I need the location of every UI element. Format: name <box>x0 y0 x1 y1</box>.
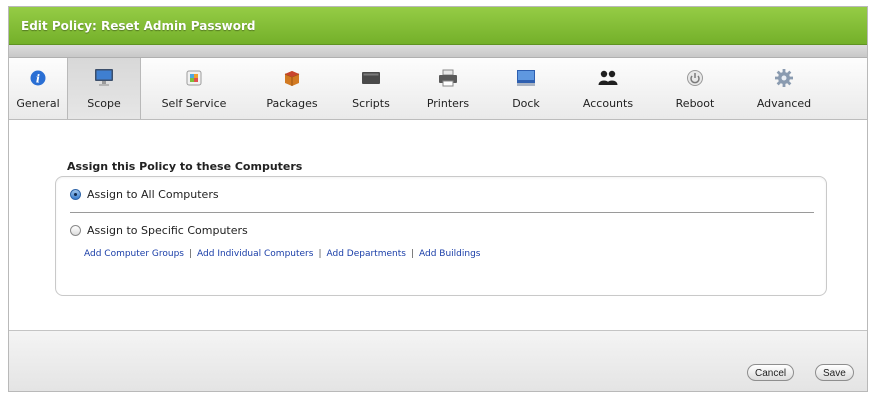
add-departments-link[interactable]: Add Departments <box>327 249 406 259</box>
tab-accounts[interactable]: Accounts <box>561 58 655 119</box>
scope-panel: Assign this Policy to these Computers As… <box>9 120 867 331</box>
assign-specific-label: Assign to Specific Computers <box>87 224 248 237</box>
cancel-button[interactable]: Cancel <box>747 364 795 381</box>
tab-label: Dock <box>512 97 540 110</box>
scope-options-box: Assign to All Computers Assign to Specif… <box>55 176 827 296</box>
printer-icon <box>436 67 460 89</box>
add-individual-computers-link[interactable]: Add Individual Computers <box>197 249 313 259</box>
edit-policy-window: Edit Policy: Reset Admin Password i Gene… <box>8 6 868 392</box>
radio-assign-all[interactable] <box>70 189 81 200</box>
monitor-icon <box>92 67 116 89</box>
self-service-icon <box>182 67 206 89</box>
link-separator: | <box>188 249 193 259</box>
section-heading: Assign this Policy to these Computers <box>67 160 303 173</box>
package-icon <box>280 67 304 89</box>
tab-label: Printers <box>426 97 470 110</box>
tab-general[interactable]: i General <box>9 58 67 119</box>
tab-label: Reboot <box>675 97 715 110</box>
gear-icon <box>772 67 796 89</box>
tab-label: Scripts <box>352 97 390 110</box>
tab-label: Packages <box>266 97 318 110</box>
svg-text:i: i <box>36 73 40 86</box>
tab-advanced[interactable]: Advanced <box>735 58 833 119</box>
tab-label: Self Service <box>161 97 227 110</box>
title-bar: Edit Policy: Reset Admin Password <box>9 7 867 45</box>
tab-bar: i General Scope Self Service Packages Sc… <box>9 58 867 120</box>
link-separator: | <box>318 249 322 259</box>
title-separator <box>9 45 867 58</box>
reboot-icon <box>683 67 707 89</box>
add-buildings-link[interactable]: Add Buildings <box>419 249 480 259</box>
tab-printers[interactable]: Printers <box>405 58 491 119</box>
tab-scripts[interactable]: Scripts <box>337 58 405 119</box>
tab-scope[interactable]: Scope <box>67 58 141 119</box>
save-button[interactable]: Save <box>815 364 854 381</box>
radio-assign-specific[interactable] <box>70 225 81 236</box>
accounts-icon <box>596 67 620 89</box>
tab-label: Advanced <box>756 97 812 110</box>
assign-all-label: Assign to All Computers <box>87 188 219 201</box>
info-icon: i <box>26 67 50 89</box>
dock-icon <box>514 67 538 89</box>
assign-all-option[interactable]: Assign to All Computers <box>70 188 219 201</box>
tab-packages[interactable]: Packages <box>247 58 337 119</box>
add-links: Add Computer Groups | Add Individual Com… <box>84 249 480 259</box>
footer-bar: Cancel Save <box>9 331 867 391</box>
window-title: Edit Policy: Reset Admin Password <box>21 18 256 33</box>
link-separator: | <box>410 249 414 259</box>
assign-specific-option[interactable]: Assign to Specific Computers <box>70 224 248 237</box>
tab-label: Accounts <box>582 97 634 110</box>
tab-dock[interactable]: Dock <box>491 58 561 119</box>
tab-reboot[interactable]: Reboot <box>655 58 735 119</box>
script-icon <box>359 67 383 89</box>
tab-label: Scope <box>87 97 121 110</box>
tab-label: General <box>16 97 60 110</box>
add-computer-groups-link[interactable]: Add Computer Groups <box>84 249 184 259</box>
tab-self-service[interactable]: Self Service <box>141 58 247 119</box>
options-divider <box>70 212 814 213</box>
